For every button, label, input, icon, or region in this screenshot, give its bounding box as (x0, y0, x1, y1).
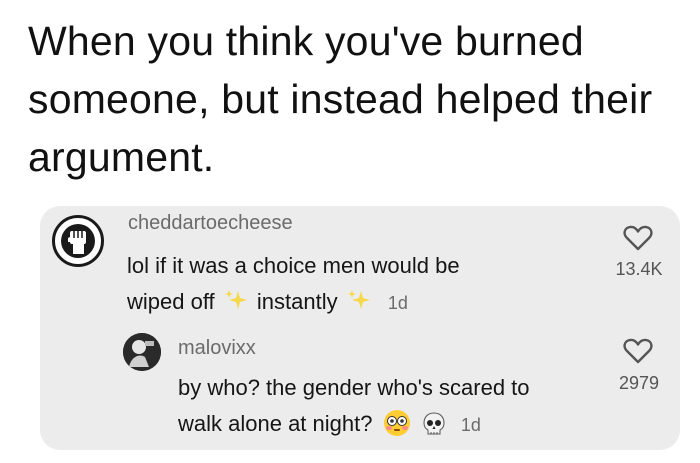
reply-text-part: walk alone at night? (178, 411, 373, 436)
skull-emoji-icon (423, 412, 445, 435)
comment-text-part-1: wiped off (127, 289, 215, 314)
reply-text-line-1: by who? the gender who's scared to (178, 375, 530, 400)
sparkles-icon (347, 290, 370, 309)
meme-caption: When you think you've burned someone, bu… (28, 12, 678, 186)
heart-icon[interactable] (623, 338, 653, 364)
comment-like-count: 13.4K (615, 259, 663, 279)
reply-text-line-2: walk alone at night? 1d (178, 405, 481, 444)
reply-like-count: 2979 (618, 373, 660, 393)
comment-text-line-2: wiped off instantly 1d (127, 283, 408, 322)
caption-line-2: someone, but instead helped their (28, 76, 653, 122)
comment-text-part-2: instantly (256, 289, 338, 314)
flushed-face-emoji-icon (383, 410, 410, 436)
meme-image: When you think you've burned someone, bu… (0, 0, 700, 463)
comment-text-line-1: lol if it was a choice men would be (127, 253, 460, 278)
profile-photo-icon (123, 333, 161, 371)
raised-fist-icon (61, 224, 95, 258)
heart-icon[interactable] (623, 225, 653, 251)
sparkles-icon (224, 290, 247, 309)
commenter-username[interactable]: cheddartoecheese (128, 212, 293, 235)
caption-line-3: argument. (28, 134, 215, 180)
replier-avatar[interactable] (123, 333, 161, 371)
replier-username[interactable]: malovixx (178, 337, 256, 360)
comment-timestamp: 1d (387, 293, 408, 313)
caption-line-1: When you think you've burned (28, 18, 584, 64)
commenter-avatar[interactable] (52, 215, 104, 267)
reply-timestamp: 1d (460, 415, 481, 435)
